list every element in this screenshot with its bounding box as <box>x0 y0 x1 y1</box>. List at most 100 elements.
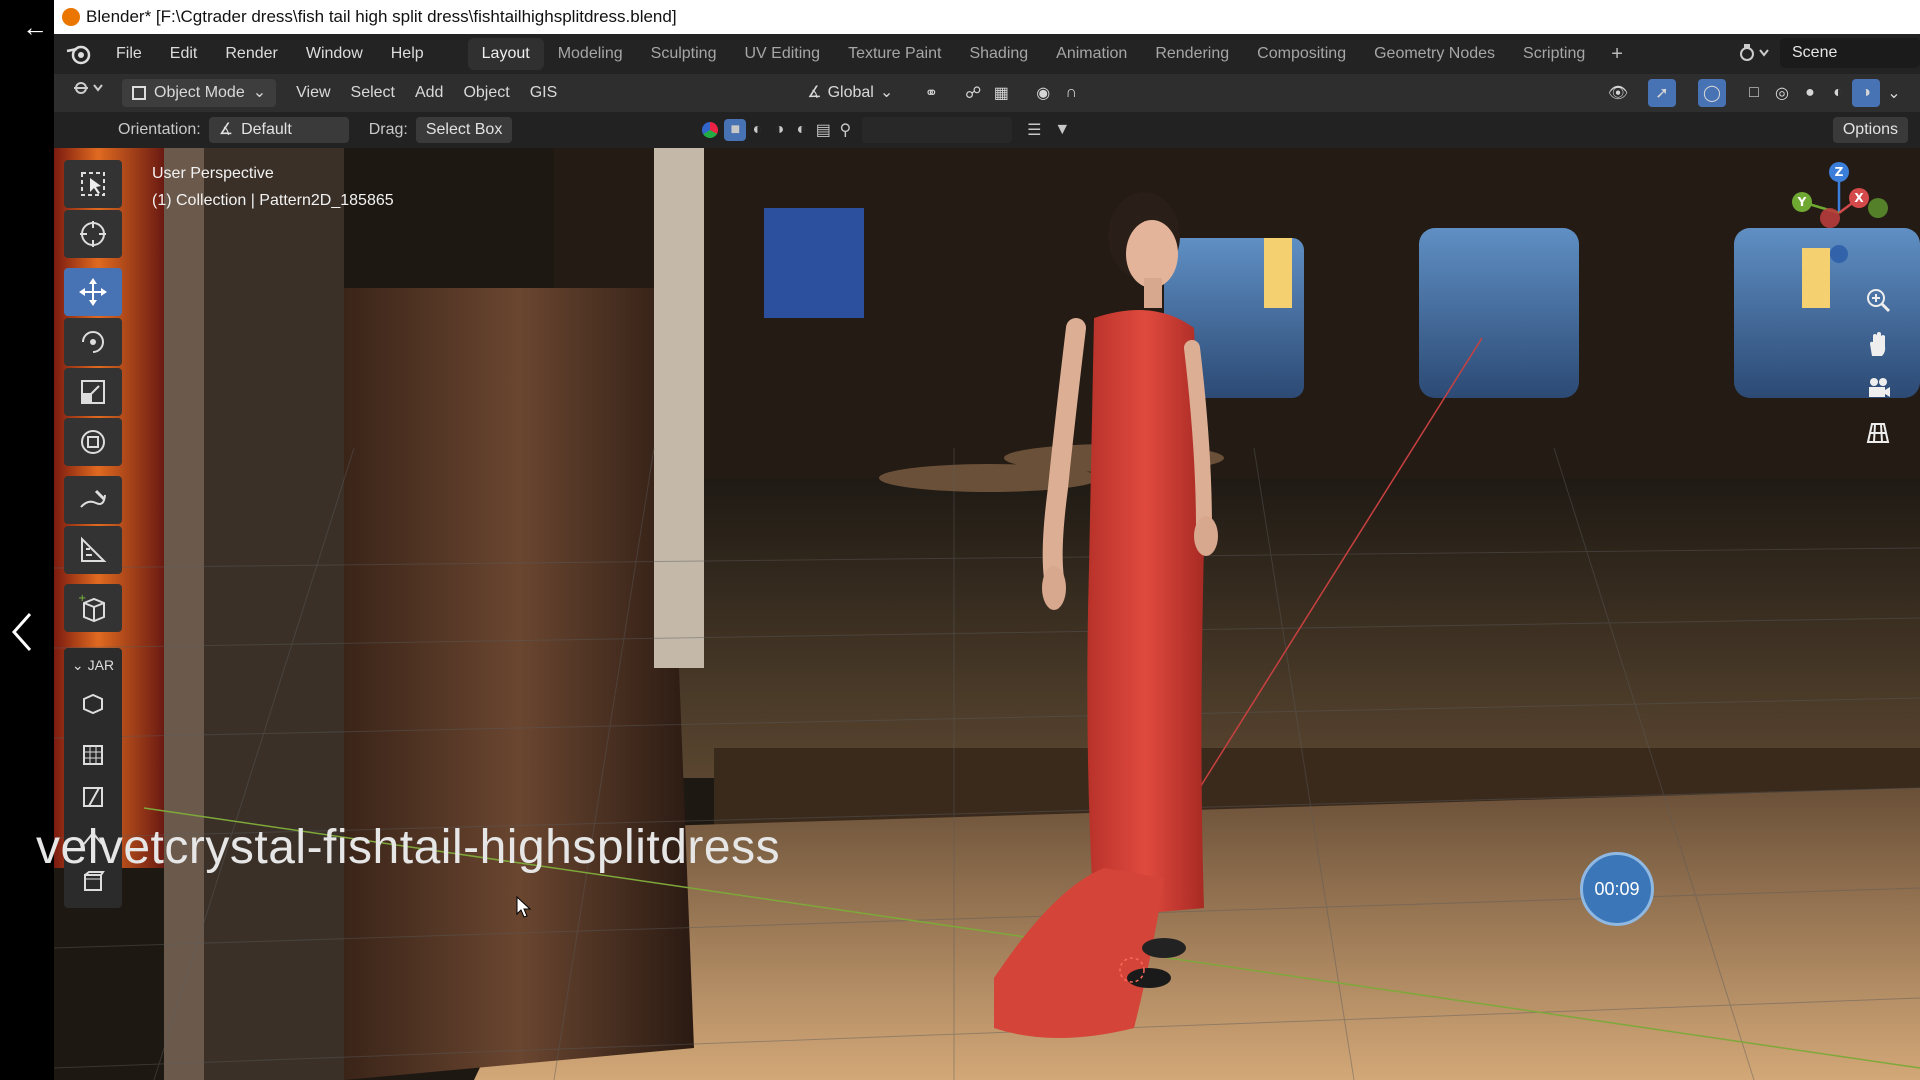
measure-tool[interactable] <box>64 526 122 574</box>
pivot-point-icon[interactable]: ⚭ <box>917 79 945 107</box>
tool-shelf: + <box>64 160 124 634</box>
snap-target-icon[interactable]: ▦ <box>987 79 1015 107</box>
select-mode-extend-icon[interactable]: ◐ <box>746 119 768 141</box>
shading-wireframe-icon[interactable]: ◎ <box>1768 79 1796 107</box>
scene-name-field[interactable]: Scene <box>1780 38 1920 68</box>
move-tool[interactable] <box>64 268 122 316</box>
shading-options-chevron-icon[interactable]: ⌄ <box>1880 79 1908 107</box>
menu-gis[interactable]: GIS <box>520 79 568 107</box>
tab-scripting[interactable]: Scripting <box>1509 38 1599 70</box>
previous-arrow-icon[interactable] <box>10 610 34 654</box>
menu-add[interactable]: Add <box>405 79 453 107</box>
transform-orientation-dropdown[interactable]: ∡ Global ⌄ <box>797 79 903 107</box>
orientation-value: Default <box>241 121 292 138</box>
window-titlebar: Blender* [F:\Cgtrader dress\fish tail hi… <box>54 0 1920 34</box>
menu-help[interactable]: Help <box>377 45 438 63</box>
rotate-tool[interactable] <box>64 318 122 366</box>
jar-tool-1[interactable] <box>64 682 122 724</box>
top-menu-bar: File Edit Render Window Help Layout Mode… <box>54 34 1920 74</box>
menu-file[interactable]: File <box>102 45 156 63</box>
ortho-grid-icon[interactable] <box>1860 414 1896 450</box>
tab-animation[interactable]: Animation <box>1042 38 1141 70</box>
editor-type-button[interactable] <box>62 79 116 107</box>
viewport-info-overlay: User Perspective (1) Collection | Patter… <box>152 160 394 214</box>
cursor-tool[interactable] <box>64 210 122 258</box>
orientation-dropdown[interactable]: ∡ Default <box>208 117 349 143</box>
outliner-filter-color-icon[interactable] <box>702 122 719 138</box>
tab-sculpting[interactable]: Sculpting <box>637 38 731 70</box>
transform-icon <box>81 430 105 454</box>
menu-view[interactable]: View <box>286 79 340 107</box>
scene-selector: Scene <box>1738 38 1920 68</box>
shading-rendered-icon[interactable]: ◑ <box>1852 79 1880 107</box>
proportional-editing-icon[interactable]: ◉ <box>1029 79 1057 107</box>
orientation-label: Orientation: <box>118 121 201 138</box>
select-box-tool[interactable] <box>64 160 122 208</box>
tab-layout[interactable]: Layout <box>467 38 544 70</box>
menu-render[interactable]: Render <box>211 45 291 63</box>
select-mode-invert-icon[interactable]: ◐ <box>790 119 812 141</box>
navigation-gizmo[interactable]: Z X Y <box>1784 158 1894 268</box>
shading-solid-icon[interactable]: ● <box>1796 79 1824 107</box>
gizmo-toggle-icon[interactable]: ➚ <box>1648 79 1676 107</box>
scale-icon <box>81 380 105 404</box>
camera-view-icon[interactable] <box>1860 370 1896 406</box>
snap-toggle-icon[interactable]: ☍ <box>959 79 987 107</box>
scale-tool[interactable] <box>64 368 122 416</box>
jar-tool-2[interactable] <box>64 734 122 776</box>
mode-dropdown[interactable]: Object Mode ⌄ <box>122 79 277 107</box>
xray-toggle-icon[interactable]: □ <box>1740 79 1768 107</box>
drag-dropdown[interactable]: Select Box <box>415 117 513 143</box>
transform-tool[interactable] <box>64 418 122 466</box>
tab-uv-editing[interactable]: UV Editing <box>730 38 834 70</box>
add-workspace-button[interactable]: + <box>1599 43 1635 66</box>
tab-modeling[interactable]: Modeling <box>544 38 637 70</box>
tab-compositing[interactable]: Compositing <box>1243 38 1360 70</box>
object-mode-icon <box>132 86 146 100</box>
options-dropdown[interactable]: Options <box>1832 117 1908 143</box>
menu-select[interactable]: Select <box>341 79 405 107</box>
window-title: Blender* [F:\Cgtrader dress\fish tail hi… <box>86 7 677 26</box>
zoom-icon[interactable] <box>1860 282 1896 318</box>
list-view-icon[interactable]: ☰ <box>1020 116 1048 144</box>
filter-icon[interactable]: ▼ <box>1048 116 1076 144</box>
menu-edit[interactable]: Edit <box>156 45 212 63</box>
select-box-icon <box>81 172 105 196</box>
select-mode-new-icon[interactable]: ■ <box>724 119 747 141</box>
overlays-toggle-icon[interactable]: ◯ <box>1698 79 1726 107</box>
menu-window[interactable]: Window <box>292 45 377 63</box>
blender-menu-icon[interactable] <box>54 43 102 65</box>
mode-value: Object Mode <box>154 84 245 101</box>
active-collection-label: (1) Collection | Pattern2D_185865 <box>152 192 394 209</box>
visibility-eye-icon[interactable]: 👁 <box>1604 79 1632 107</box>
gizmo-y-label: Y <box>1797 195 1807 209</box>
measure-ruler-icon <box>81 536 107 562</box>
3d-viewport[interactable]: + ⌄ JAR User Perspective (1) Collection … <box>54 148 1920 1080</box>
falloff-icon[interactable]: ∩ <box>1057 79 1085 107</box>
rotate-icon <box>82 331 104 353</box>
tab-geometry-nodes[interactable]: Geometry Nodes <box>1360 38 1509 70</box>
tab-rendering[interactable]: Rendering <box>1141 38 1243 70</box>
gizmo-x-label: X <box>1854 191 1864 205</box>
annotate-tool[interactable] <box>64 476 122 524</box>
orientation-gizmo-icon: ∡ <box>218 121 234 138</box>
tool-search-input[interactable] <box>862 117 1013 143</box>
scene-icon[interactable] <box>1738 42 1772 64</box>
tab-texture-paint[interactable]: Texture Paint <box>834 38 955 70</box>
pan-hand-icon[interactable] <box>1860 326 1896 362</box>
jar-panel-header[interactable]: ⌄ JAR <box>64 648 122 682</box>
select-mode-subtract-icon[interactable]: ◑ <box>768 119 790 141</box>
shading-material-icon[interactable]: ◐ <box>1824 79 1852 107</box>
back-arrow-icon[interactable]: ← <box>22 12 48 43</box>
jar-tool-3[interactable] <box>64 776 122 818</box>
orientation-axes-icon: ∡ <box>807 84 822 101</box>
select-mode-intersect-icon[interactable]: ▤ <box>812 119 834 141</box>
svg-text:+: + <box>78 593 86 604</box>
viewport-header: Object Mode ⌄ View Select Add Object GIS… <box>54 74 1920 112</box>
tab-shading[interactable]: Shading <box>955 38 1042 70</box>
mouse-cursor-icon <box>516 895 532 923</box>
move-arrows-icon <box>79 278 107 306</box>
scene-render <box>54 148 1920 1080</box>
menu-object[interactable]: Object <box>453 79 519 107</box>
add-cube-tool[interactable]: + <box>64 584 122 632</box>
